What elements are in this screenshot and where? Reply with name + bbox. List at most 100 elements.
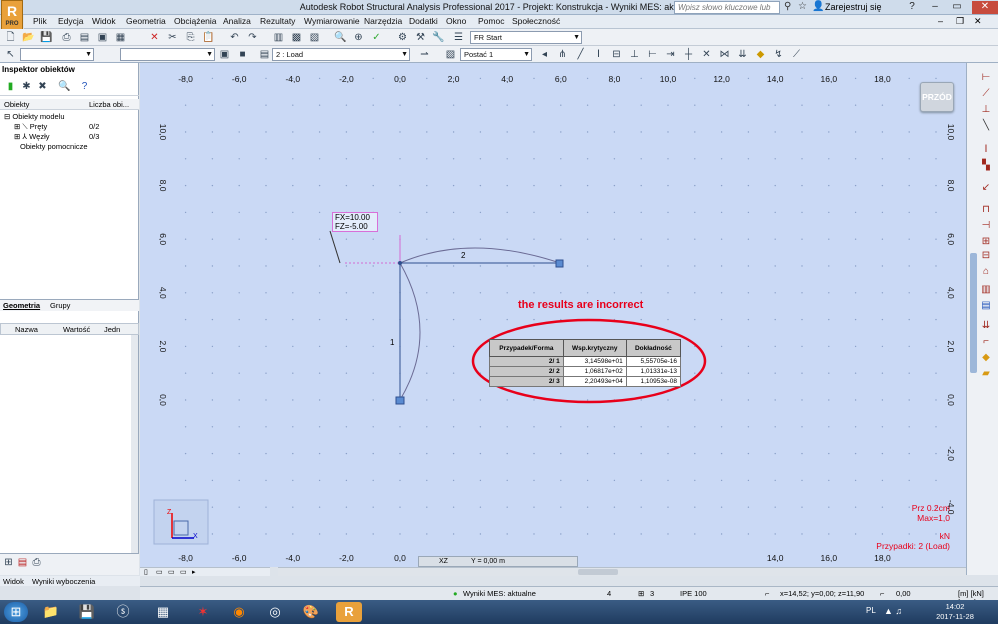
snow-tool-icon[interactable]: ▰ — [979, 367, 993, 380]
undo-icon[interactable]: ↶ — [228, 31, 241, 44]
tab-buckling-results[interactable]: Wyniki wyboczenia — [32, 577, 95, 586]
mode-icon[interactable]: ▧ — [444, 48, 457, 61]
select-icon[interactable]: ✱ — [20, 80, 33, 93]
case-icon[interactable]: ▤ — [258, 48, 271, 61]
layout-combo[interactable]: FR Start ▼ — [470, 31, 582, 44]
intersect-icon[interactable]: ✕ — [700, 48, 713, 61]
node-icon[interactable]: ⋔ — [556, 48, 569, 61]
tree-auxiliary[interactable]: Obiekty pomocnicze — [20, 142, 88, 151]
menu-geometria[interactable]: Geometria — [126, 16, 166, 26]
scroll-thumb[interactable] — [578, 569, 618, 575]
clock[interactable]: 14:02 2017-11-28 — [920, 602, 990, 622]
load-icon[interactable]: ⇊ — [736, 48, 749, 61]
frame-tool-icon[interactable]: ⊞ — [979, 235, 993, 248]
print-preview-icon[interactable]: ▤ — [78, 31, 91, 44]
menu-okno[interactable]: Okno — [446, 16, 466, 26]
mirror-icon[interactable]: ⋈ — [718, 48, 731, 61]
expand-icon[interactable]: ⊞ — [14, 132, 20, 141]
material-icon[interactable]: ⊟ — [610, 48, 623, 61]
table-tool-icon[interactable]: ▤ — [979, 299, 993, 312]
print-icon[interactable]: ⎙ — [30, 556, 43, 569]
redo-icon[interactable]: ↷ — [246, 31, 259, 44]
section-icon[interactable]: Ⅰ — [592, 48, 605, 61]
analysis-type-icon[interactable]: ⚒ — [414, 31, 427, 44]
combo-tool-icon[interactable]: ⌐ — [979, 335, 993, 348]
properties-scrollbar[interactable] — [131, 335, 138, 560]
node-support-right[interactable] — [555, 259, 564, 268]
combination-icon[interactable]: ◆ — [754, 48, 767, 61]
tree-model-objects[interactable]: ⊟ Obiekty modelu — [4, 112, 65, 121]
material-tool-icon[interactable]: ▚ — [979, 159, 993, 172]
col-value[interactable]: Wartość — [63, 325, 90, 334]
menu-wymiarowanie[interactable]: Wymiarowanie — [304, 16, 360, 26]
divide-icon[interactable]: ┼ — [682, 48, 695, 61]
close-button[interactable]: ✕ — [972, 1, 998, 14]
node-top[interactable] — [398, 261, 402, 265]
app-logo[interactable]: R PRO — [1, 0, 23, 30]
selection-combo[interactable]: ▼ — [20, 48, 94, 61]
view-xz-icon[interactable]: ▭ — [156, 568, 163, 576]
view-plane-bar[interactable]: XZ Y = 0,00 m — [418, 556, 578, 567]
tab-geometria[interactable]: Geometria — [3, 301, 40, 310]
clear-icon[interactable]: ✖ — [36, 80, 49, 93]
screen-capture-icon[interactable]: ▣ — [96, 31, 109, 44]
signin-link[interactable]: Zarejestruj się — [825, 2, 882, 12]
mdi-restore-button[interactable]: ❐ — [956, 16, 964, 27]
autodesk-app-icon[interactable]: ✶ — [190, 602, 216, 622]
firefox-icon[interactable]: ◉ — [226, 602, 252, 622]
tables-icon[interactable]: ▥ — [272, 31, 285, 44]
zoom-window-icon[interactable]: ⊕ — [352, 31, 365, 44]
node-support-bottom[interactable] — [395, 396, 405, 405]
support-icon[interactable]: ⊥ — [628, 48, 641, 61]
col-objects[interactable]: Obiekty — [4, 100, 29, 109]
load-arrow-icon[interactable]: ⇀ — [418, 48, 431, 61]
bar-icon[interactable]: ╱ — [574, 48, 587, 61]
maximize-button[interactable]: ▭ — [950, 1, 964, 14]
tab-grupy[interactable]: Grupy — [50, 301, 70, 310]
cable-icon[interactable]: ↯ — [772, 48, 785, 61]
tree-bars[interactable]: ⊞ ⟍ Pręty 0/2 — [14, 122, 124, 132]
start-button[interactable]: ⊞ — [4, 602, 28, 622]
mode-combo[interactable]: Postać 1 ▼ — [460, 48, 532, 61]
view-next-icon[interactable]: ▸ — [192, 568, 196, 576]
horizontal-scrollbar[interactable] — [278, 567, 966, 576]
binoculars-icon[interactable]: ⚲ — [784, 1, 791, 12]
mdi-minimize-button[interactable]: – — [938, 16, 943, 26]
view-3d-icon[interactable]: ▯ — [144, 568, 148, 576]
load-tool-icon[interactable]: ⇊ — [979, 319, 993, 332]
vertical-scrollbar[interactable] — [970, 253, 977, 373]
menu-dodatki[interactable]: Dodatki — [409, 16, 438, 26]
view-coordinate[interactable]: Y = 0,00 m — [471, 557, 505, 566]
language-indicator[interactable]: PL — [866, 606, 876, 615]
model-viewport[interactable]: -8,0 -6,0 -4,0 -2,0 0,0 2,0 4,0 6,0 8,0 10,0 12,0 1… — [140, 63, 966, 567]
col-count[interactable]: Liczba obi... — [89, 100, 129, 109]
expand-icon[interactable]: ⊞ — [14, 122, 20, 131]
search-input[interactable]: Wpisz słowo kluczowe lub frazę — [674, 1, 780, 23]
diagonal-icon[interactable]: ╲ — [979, 119, 993, 132]
user-icon[interactable]: 👤 — [812, 1, 824, 13]
menu-edycja[interactable]: Edycja — [58, 16, 84, 26]
layout-sel-icon[interactable]: ☰ — [452, 31, 465, 44]
new-file-icon[interactable]: 🗋 — [4, 31, 17, 44]
results-icon[interactable]: 🔧 — [432, 31, 445, 44]
gray-box-icon[interactable]: ■ — [236, 48, 249, 61]
node-tool-icon[interactable]: ⊢ — [979, 71, 993, 84]
minimize-button[interactable]: – — [928, 1, 942, 14]
bar-tool-icon[interactable]: ⟋ — [979, 87, 993, 100]
calculate-icon[interactable]: ⚙ — [396, 31, 409, 44]
zoom-icon[interactable]: 🔍 — [334, 31, 347, 44]
collapse-icon[interactable]: ⊟ — [4, 112, 10, 121]
load-case-combo[interactable]: 2 : Load ▼ — [272, 48, 410, 61]
extra-icon[interactable]: ⟋ — [790, 48, 803, 61]
mass-tool-icon[interactable]: ◆ — [979, 351, 993, 364]
check-icon[interactable]: ✓ — [370, 31, 383, 44]
layout-icon[interactable]: ▧ — [308, 31, 321, 44]
cut-icon[interactable]: ✂ — [166, 31, 179, 44]
mdi-close-button[interactable]: ✕ — [974, 16, 982, 27]
offset-icon[interactable]: ⇥ — [664, 48, 677, 61]
calc-note-icon[interactable]: ▦ — [114, 31, 127, 44]
cursor-icon[interactable]: ↖ — [4, 48, 17, 61]
tab-widok[interactable]: Widok — [3, 577, 24, 586]
menu-plik[interactable]: Plik — [33, 16, 47, 26]
layers-icon[interactable]: ⊞ — [2, 556, 15, 569]
